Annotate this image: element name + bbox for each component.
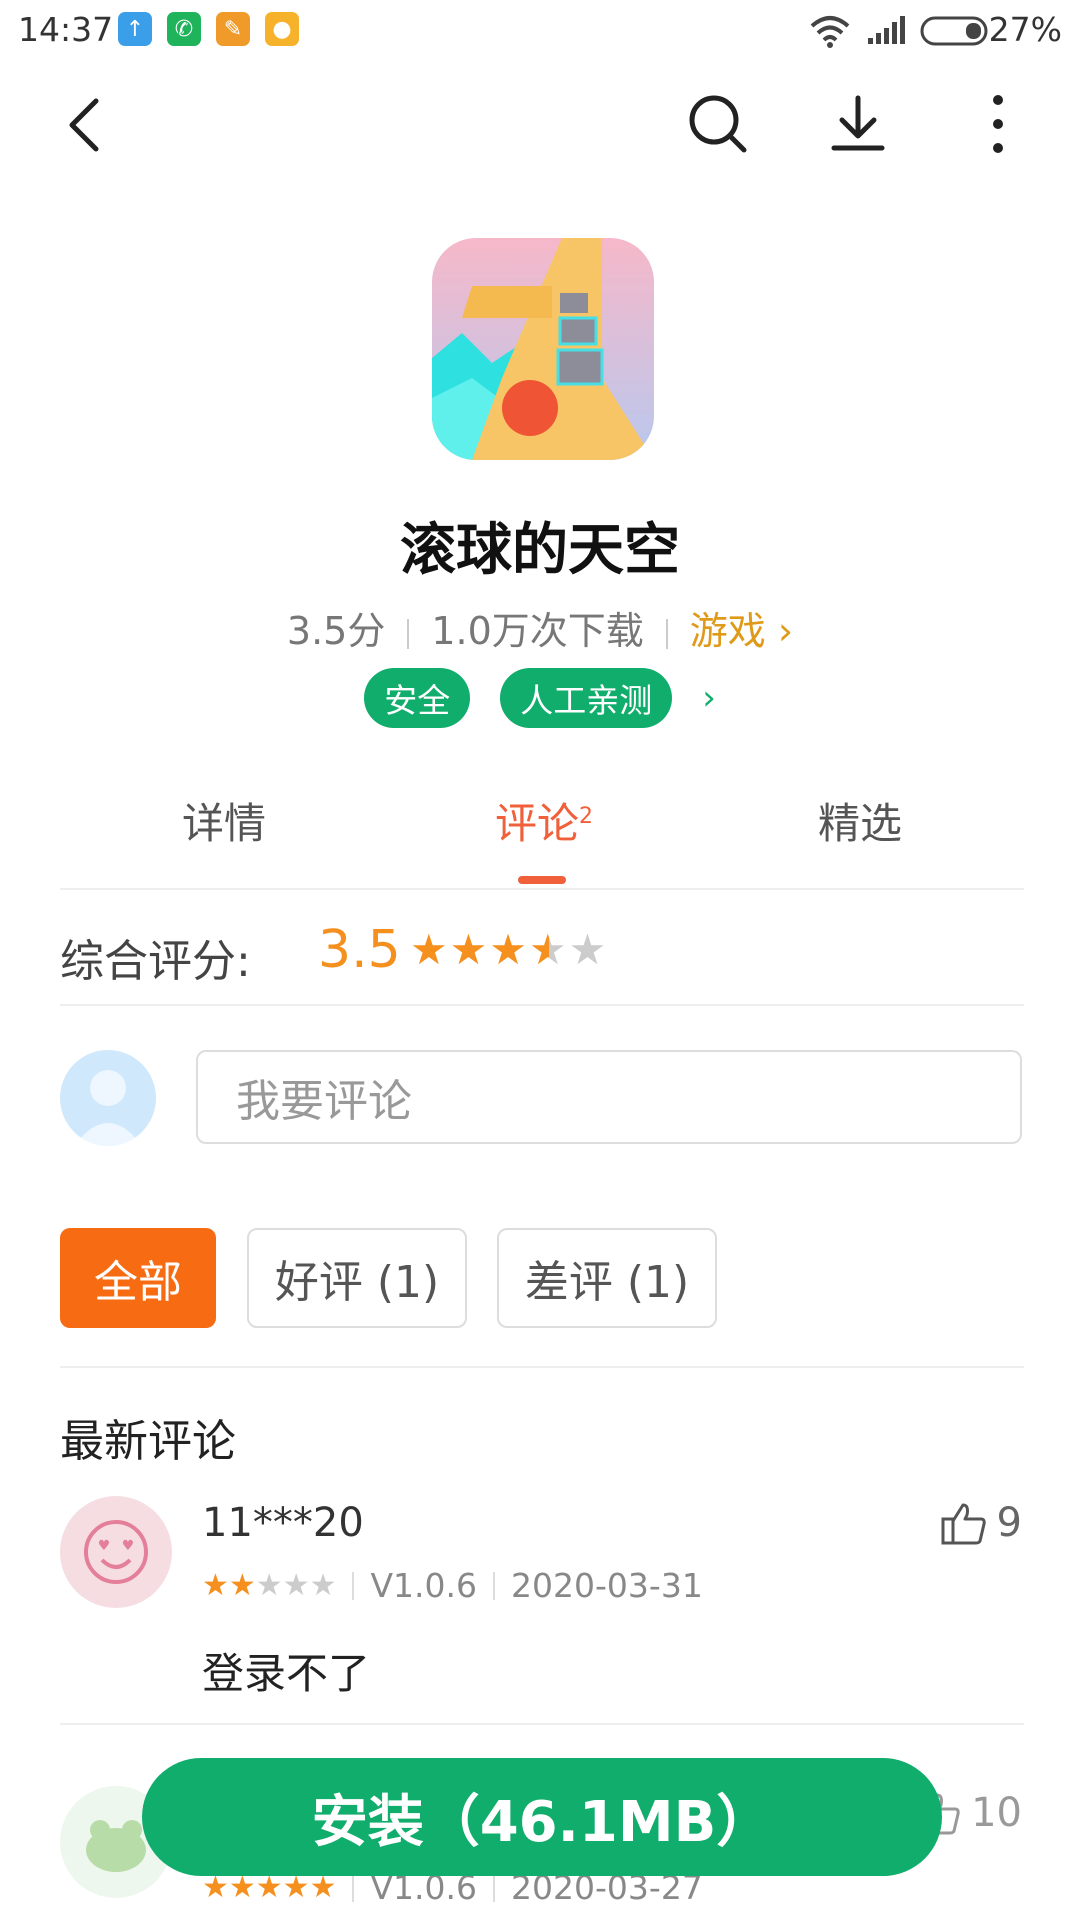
badge-row[interactable]: 安全 人工亲测 › [0, 668, 1080, 728]
like-button[interactable]: 9 [941, 1500, 1022, 1546]
latest-reviews-title: 最新评论 [60, 1416, 236, 1467]
reviewer-name: 11***20 [202, 1500, 364, 1546]
divider [60, 888, 1024, 890]
overall-rating-label: 综合评分: [60, 936, 251, 987]
more-options-icon[interactable] [966, 92, 1030, 156]
filter-negative[interactable]: 差评 (1) [497, 1228, 717, 1328]
divider [60, 1004, 1024, 1006]
divider [60, 1723, 1024, 1725]
tab-featured[interactable]: 精选 [760, 790, 960, 851]
filter-all[interactable]: 全部 [60, 1228, 216, 1328]
svg-text:♥: ♥ [122, 1538, 135, 1554]
status-time: 14:37 [18, 10, 114, 49]
review-version: V1.0.6 [370, 1566, 478, 1605]
app-icon [432, 238, 654, 460]
divider [60, 1366, 1024, 1368]
tab-reviews[interactable]: 评论2 [444, 790, 644, 851]
chat-notification-icon: ● [265, 12, 299, 46]
safe-badge: 安全 [364, 668, 471, 728]
reviewer-avatar: ♥ ♥ [60, 1496, 172, 1608]
wifi-icon [810, 16, 850, 48]
phone-notification-icon: ✆ [167, 12, 201, 46]
filter-positive[interactable]: 好评 (1) [247, 1228, 467, 1328]
review-text: 登录不了 [202, 1649, 371, 1698]
battery-icon [920, 16, 988, 46]
review-date: 2020-03-31 [511, 1566, 703, 1605]
search-icon[interactable] [686, 92, 750, 156]
svg-text:♥: ♥ [98, 1538, 111, 1554]
app-meta: 3.5分 1.0万次下载 游戏 › [0, 600, 1080, 655]
upload-notification-icon: ↑ [118, 12, 152, 46]
download-icon[interactable] [826, 92, 890, 156]
install-button[interactable]: 安装（46.1MB） [142, 1758, 942, 1876]
overall-stars: ★★★★★ [410, 925, 609, 974]
comment-input[interactable]: 我要评论 [196, 1050, 1022, 1144]
user-avatar [60, 1050, 156, 1146]
back-icon[interactable] [60, 95, 110, 155]
review-stars: ★★★★★ [202, 1568, 337, 1603]
thumbs-up-icon [941, 1503, 986, 1545]
app-downloads: 1.0万次下载 [431, 609, 644, 653]
active-tab-indicator [518, 876, 566, 884]
app-rating: 3.5分 [286, 609, 386, 653]
app-category-link[interactable]: 游戏 › [690, 609, 793, 653]
battery-percent: 27% [988, 10, 1062, 49]
status-bar: 14:37 ↑ ✆ ✎ ● 27% [0, 0, 1080, 60]
overall-rating-value: 3.5 [318, 920, 401, 980]
manual-test-badge: 人工亲测 [500, 668, 673, 728]
signal-icon [868, 16, 905, 44]
app-title: 滚球的天空 [400, 518, 680, 583]
tab-details[interactable]: 详情 [124, 790, 324, 851]
review-meta: ★★★★★ V1.0.6 2020-03-31 [202, 1566, 703, 1605]
cleaner-notification-icon: ✎ [216, 12, 250, 46]
chevron-right-icon: › [702, 678, 716, 718]
